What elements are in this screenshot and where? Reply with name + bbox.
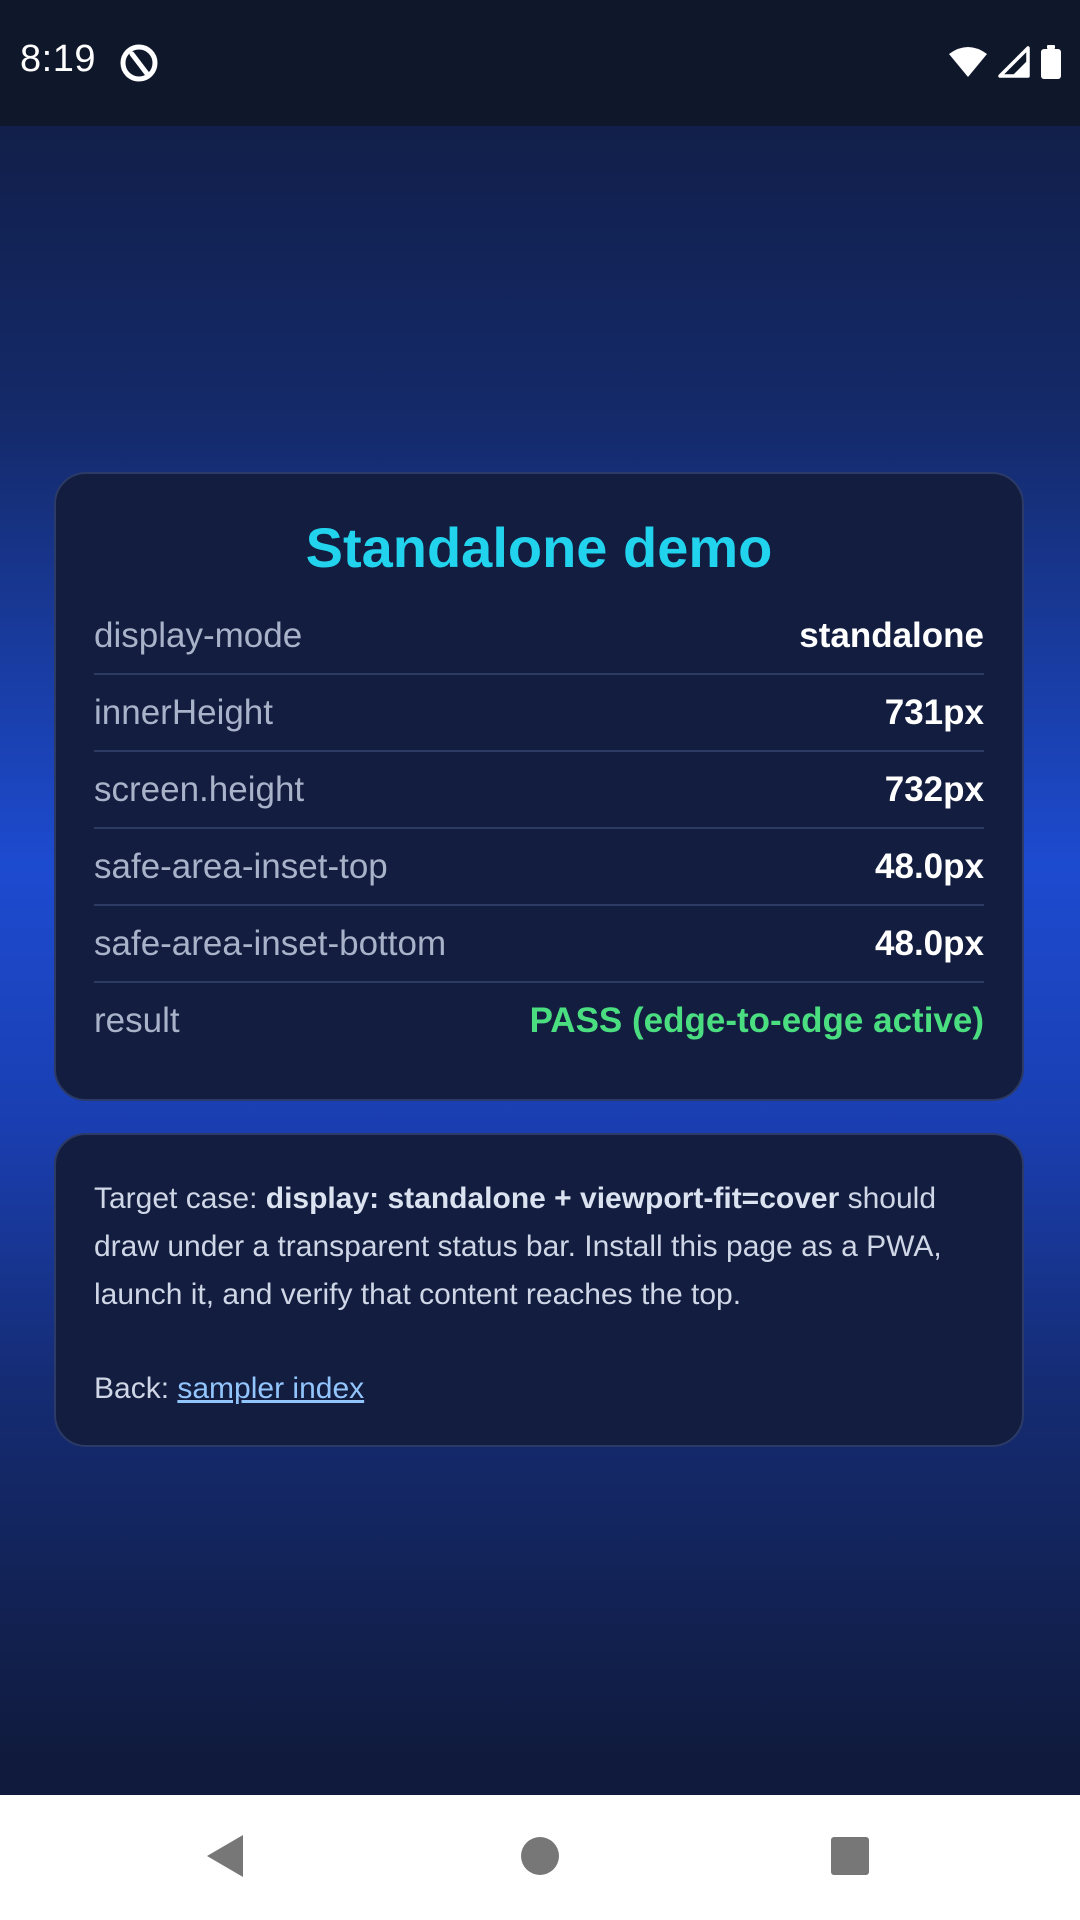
status-icons: [948, 44, 1062, 84]
row-label: result: [94, 1000, 180, 1040]
sampler-index-link[interactable]: sampler index: [177, 1372, 364, 1405]
note-bold: display: standalone + viewport-fit=cover: [265, 1182, 840, 1215]
recents-icon: [830, 1836, 870, 1881]
row-label: display-mode: [94, 615, 303, 655]
battery-icon: [1040, 44, 1062, 84]
result-value: PASS (edge-to-edge active): [529, 1000, 984, 1040]
info-table: display-mode standalone innerHeight 731p…: [94, 598, 984, 1058]
note-prefix: Target case:: [94, 1182, 266, 1215]
table-row: safe-area-inset-bottom 48.0px: [94, 906, 984, 983]
home-button[interactable]: [505, 1823, 575, 1893]
row-label: innerHeight: [94, 692, 273, 732]
row-value: 731px: [884, 692, 984, 732]
back-label: Back:: [94, 1372, 178, 1405]
row-label: safe-area-inset-top: [94, 846, 388, 886]
back-icon: [203, 1832, 247, 1885]
recents-button[interactable]: [815, 1823, 885, 1893]
back-button[interactable]: [190, 1823, 260, 1893]
table-row: display-mode standalone: [94, 598, 984, 675]
app-notification-icon: [118, 42, 160, 84]
table-row: safe-area-inset-top 48.0px: [94, 829, 984, 906]
signal-icon: [998, 45, 1030, 83]
wifi-icon: [948, 46, 988, 83]
row-value: 48.0px: [875, 923, 984, 963]
table-row: screen.height 732px: [94, 752, 984, 829]
status-time: 8:19: [20, 38, 96, 80]
row-label: screen.height: [94, 769, 305, 809]
navigation-bar: [0, 1795, 1080, 1920]
info-card: Standalone demo display-mode standalone …: [54, 472, 1024, 1101]
status-bar: 8:19: [0, 0, 1080, 126]
note-card: Target case: display: standalone + viewp…: [54, 1133, 1024, 1447]
page-title: Standalone demo: [305, 516, 773, 579]
row-label: safe-area-inset-bottom: [94, 923, 447, 963]
table-row: innerHeight 731px: [94, 675, 984, 752]
row-value: 732px: [884, 769, 984, 809]
back-line: Back: sampler index: [94, 1365, 984, 1413]
table-row: result PASS (edge-to-edge active): [94, 983, 984, 1058]
home-icon: [519, 1835, 561, 1882]
row-value: standalone: [799, 615, 984, 655]
row-value: 48.0px: [875, 846, 984, 886]
note-text: Target case: display: standalone + viewp…: [94, 1175, 984, 1319]
